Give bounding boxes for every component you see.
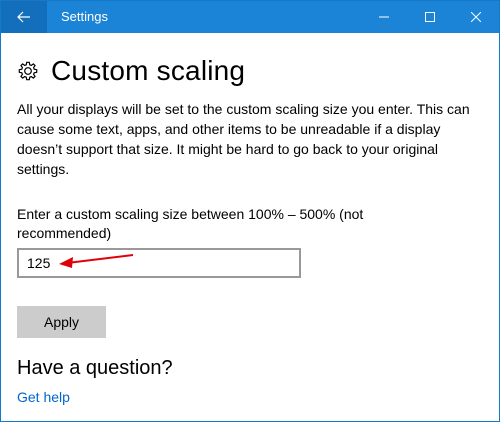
- window-title: Settings: [61, 9, 108, 24]
- gear-icon: [18, 61, 38, 81]
- settings-window: Settings Custom scaling All your display…: [0, 0, 500, 422]
- maximize-icon: [425, 12, 435, 22]
- scaling-input-label: Enter a custom scaling size between 100%…: [17, 206, 364, 241]
- minimize-button[interactable]: [361, 1, 407, 33]
- close-icon: [471, 12, 481, 22]
- maximize-button[interactable]: [407, 1, 453, 33]
- minimize-icon: [379, 16, 389, 18]
- help-heading: Have a question?: [17, 357, 173, 379]
- back-arrow-icon: [17, 11, 30, 23]
- title-bar: Settings: [1, 1, 499, 33]
- scaling-description: All your displays will be set to the cus…: [17, 101, 470, 177]
- red-arrow-annotation: [59, 254, 134, 268]
- page-header: Custom scaling: [17, 55, 245, 87]
- apply-button[interactable]: Apply: [17, 306, 106, 338]
- get-help-link[interactable]: Get help: [17, 389, 70, 405]
- back-button[interactable]: [1, 1, 47, 33]
- page-title: Custom scaling: [51, 55, 246, 86]
- close-button[interactable]: [453, 1, 499, 33]
